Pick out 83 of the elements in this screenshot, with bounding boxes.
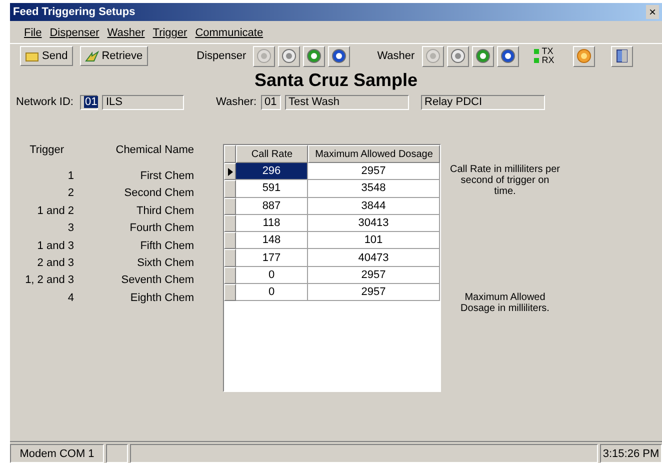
status-time: 3:15:26 PM <box>600 444 662 463</box>
relay-field: Relay PDCI <box>420 94 545 110</box>
chemical-name: Third Chem <box>136 204 194 219</box>
toolbar-button[interactable] <box>472 46 494 66</box>
network-name-field: ILS <box>102 94 184 110</box>
menu-item[interactable]: Communicate <box>195 27 264 39</box>
menu-item[interactable]: Dispenser <box>50 27 100 39</box>
circle-icon <box>577 49 592 63</box>
table-cell[interactable]: 296 <box>236 163 308 180</box>
chemical-name: Sixth Chem <box>137 256 194 271</box>
table-cell[interactable]: 177 <box>236 249 308 267</box>
table-cell[interactable]: 118 <box>236 214 308 232</box>
chemical-name: Fourth Chem <box>130 221 194 236</box>
trigger-label: 4 <box>68 290 74 306</box>
table-cell[interactable]: 40473 <box>308 249 440 267</box>
heading: Santa Cruz Sample <box>253 70 419 92</box>
table-cell[interactable]: 591 <box>236 180 308 198</box>
toolbar-button[interactable] <box>328 46 350 66</box>
table-cell[interactable]: 30413 <box>308 214 440 232</box>
chemical-name: Fifth Chem <box>140 238 194 254</box>
arrow-icon <box>84 50 99 62</box>
table-cell[interactable]: 3844 <box>308 198 440 215</box>
close-button[interactable]: × <box>646 5 659 19</box>
door-icon <box>616 49 628 63</box>
group-label: Washer <box>377 50 415 62</box>
note-text: Maximum Allowed Dosage in milliliters. <box>460 292 550 314</box>
toolbar-button[interactable] <box>446 46 469 66</box>
table-cell[interactable]: 148 <box>236 232 308 250</box>
toolbar-button[interactable] <box>303 46 326 66</box>
note-text: Call Rate in milliliters per second of trigger on time. <box>449 164 561 197</box>
field-label: Washer: <box>216 96 257 108</box>
send-button[interactable]: Send <box>20 46 73 66</box>
column-header: Trigger <box>30 144 65 158</box>
chemical-name: Second Chem <box>124 186 194 202</box>
trigger-label: 1 and 2 <box>37 204 74 219</box>
trigger-label: 1 <box>68 169 74 184</box>
chemical-name: First Chem <box>140 169 194 184</box>
trigger-label: 3 <box>68 221 74 236</box>
table-cell[interactable]: 0 <box>236 266 308 284</box>
table-cell[interactable]: 2957 <box>308 266 440 284</box>
column-header: Chemical Name <box>116 144 194 158</box>
circle-icon <box>426 49 440 63</box>
toolbar-button[interactable] <box>611 46 634 66</box>
circle-icon <box>500 49 515 63</box>
trigger-label: 2 <box>68 186 74 202</box>
toolbar-button[interactable] <box>278 46 300 66</box>
menu-item[interactable]: Washer <box>107 27 145 39</box>
circle-icon <box>476 49 490 63</box>
table-cell[interactable]: 3548 <box>308 180 440 198</box>
indicator-label: RX <box>542 56 554 65</box>
status-text: Modem COM 1 <box>10 444 104 463</box>
table-cell[interactable]: 0 <box>236 284 308 302</box>
trigger-label: 2 and 3 <box>37 256 74 271</box>
chemical-name: Eighth Chem <box>130 290 194 306</box>
window-title: Feed Triggering Setups <box>13 6 136 18</box>
network-id-field[interactable]: 01 <box>80 94 98 110</box>
status-pane <box>106 444 128 463</box>
circle-icon <box>450 49 465 63</box>
indicator-label: TX <box>542 47 554 56</box>
washer-id-field: 01 <box>260 94 281 110</box>
row-pointer-icon <box>228 168 232 176</box>
circle-icon <box>282 49 296 63</box>
circle-icon <box>257 49 272 63</box>
menu-item[interactable]: File <box>24 27 42 39</box>
washer-name-field: Test Wash <box>284 94 409 110</box>
menu-item[interactable]: Trigger <box>152 27 188 39</box>
circle-icon <box>332 49 346 63</box>
column-header[interactable]: Maximum Allowed Dosage <box>308 145 440 163</box>
row-header[interactable] <box>224 163 236 180</box>
table-cell[interactable]: 101 <box>308 232 440 250</box>
field-label: Network ID: <box>16 96 74 108</box>
circle-icon <box>307 49 322 63</box>
toolbar-button[interactable] <box>496 46 519 66</box>
retrieve-button[interactable]: Retrieve <box>80 46 148 66</box>
group-label: Dispenser <box>196 50 246 62</box>
chemical-name: Seventh Chem <box>121 273 194 288</box>
folder-icon <box>25 50 39 62</box>
table-cell[interactable]: 2957 <box>308 284 440 302</box>
trigger-label: 1, 2 and 3 <box>25 273 74 288</box>
table-cell[interactable]: 887 <box>236 198 308 215</box>
table-cell[interactable]: 2957 <box>308 163 440 180</box>
column-header[interactable]: Call Rate <box>236 145 308 163</box>
trigger-label: 1 and 3 <box>37 238 74 254</box>
